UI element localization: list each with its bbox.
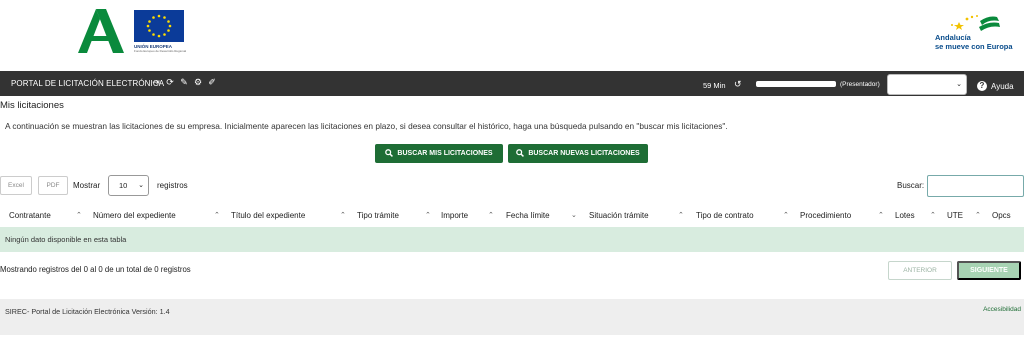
europa-text: Andalucía se mueve con Europa xyxy=(935,33,1013,51)
sort-icon[interactable]: ⌃ xyxy=(783,211,789,219)
page-footer: SIREC- Portal de Licitación Electrónica … xyxy=(0,299,1024,335)
session-timer: 59 Min xyxy=(703,81,726,90)
eu-flag-logo: UNIÓN EUROPEA Fondo Europeo de Desarroll… xyxy=(134,10,187,54)
th-titulo-expediente[interactable]: Título del expediente xyxy=(231,211,305,220)
top-navbar: PORTAL DE LICITACIÓN ELECTRÓNICA ⇥ ⟳ ✎ ⚙… xyxy=(0,71,1024,96)
th-procedimiento[interactable]: Procedimiento xyxy=(800,211,851,220)
th-opcs[interactable]: Opcs xyxy=(992,211,1011,220)
help-icon: ? xyxy=(977,81,987,91)
nav-icon-group: ⇥ ⟳ ✎ ⚙ ✐ xyxy=(151,77,217,88)
redacted-username xyxy=(756,81,836,87)
th-ute[interactable]: UTE xyxy=(947,211,963,220)
help-label: Ayuda xyxy=(991,81,1014,91)
sort-icon[interactable]: ⌃ xyxy=(488,211,494,219)
version-text: SIREC- Portal de Licitación Electrónica … xyxy=(5,307,170,316)
th-situacion-tramite[interactable]: Situación trámite xyxy=(589,211,649,220)
th-fecha-limite[interactable]: Fecha límite xyxy=(506,211,550,220)
th-contratante[interactable]: Contratante xyxy=(9,211,51,220)
logout-icon[interactable]: ⇥ xyxy=(151,77,161,88)
buscar-nuevas-label: BUSCAR NUEVAS LICITACIONES xyxy=(528,150,640,157)
chevron-down-icon: ⌄ xyxy=(956,81,962,88)
edit-icon[interactable]: ✎ xyxy=(179,77,189,88)
registros-label: registros xyxy=(157,181,188,190)
user-settings-icon[interactable]: ⚙ xyxy=(193,77,203,88)
table-info: Mostrando registros del 0 al 0 de un tot… xyxy=(0,265,191,274)
table-header: Contratante ⌃ Número del expediente ⌃ Tí… xyxy=(0,207,1024,227)
buscar-mis-licitaciones-button[interactable]: BUSCAR MIS LICITACIONES xyxy=(375,144,503,163)
europa-line2: se mueve con Europa xyxy=(935,42,1013,51)
accesibilidad-link[interactable]: Accesibilidad xyxy=(983,306,1021,313)
next-page-button[interactable]: SIGUIENTE xyxy=(957,261,1021,280)
portal-title[interactable]: PORTAL DE LICITACIÓN ELECTRÓNICA xyxy=(11,79,164,88)
page-length-value: 10 xyxy=(119,181,128,190)
refresh-icon[interactable]: ⟳ xyxy=(165,77,175,88)
table-search-input[interactable] xyxy=(927,175,1024,197)
chevron-down-icon: ⌄ xyxy=(138,182,144,189)
pdf-export-button[interactable]: PDF xyxy=(38,176,68,195)
sort-icon[interactable]: ⌃ xyxy=(878,211,884,219)
th-numero-expediente[interactable]: Número del expediente xyxy=(93,211,176,220)
page-title: Mis licitaciones xyxy=(0,100,64,111)
th-importe[interactable]: Importe xyxy=(441,211,468,220)
sort-icon[interactable]: ⌃ xyxy=(678,211,684,219)
excel-export-button[interactable]: Excel xyxy=(0,176,32,195)
history-icon[interactable]: ↺ xyxy=(734,79,742,90)
sort-icon[interactable]: ⌃ xyxy=(425,211,431,219)
europa-line1: Andalucía xyxy=(935,33,971,42)
page-length-select[interactable]: 10 ⌄ xyxy=(108,175,149,196)
page-header: UNIÓN EUROPEA Fondo Europeo de Desarroll… xyxy=(0,0,1024,70)
buscar-nuevas-licitaciones-button[interactable]: BUSCAR NUEVAS LICITACIONES xyxy=(508,144,648,163)
search-icon xyxy=(516,148,525,159)
search-icon xyxy=(385,148,394,159)
sort-icon[interactable]: ⌃ xyxy=(214,211,220,219)
user-role: (Presentador) xyxy=(840,81,880,88)
buscar-label: Buscar: xyxy=(897,181,925,190)
company-select[interactable]: ⌄ xyxy=(887,74,967,95)
table-empty-row: Ningún dato disponible en esta tabla xyxy=(0,227,1024,252)
th-tipo-tramite[interactable]: Tipo trámite xyxy=(357,211,399,220)
andalucia-europa-logo: Andalucía se mueve con Europa xyxy=(927,13,1013,53)
sort-icon[interactable]: ⌃ xyxy=(340,211,346,219)
junta-andalucia-logo xyxy=(78,9,124,53)
user-edit-icon[interactable]: ✐ xyxy=(207,77,217,88)
sort-icon[interactable]: ⌃ xyxy=(930,211,936,219)
sort-icon[interactable]: ⌃ xyxy=(76,211,82,219)
sort-icon[interactable]: ⌃ xyxy=(975,211,981,219)
th-tipo-contrato[interactable]: Tipo de contrato xyxy=(696,211,754,220)
eu-flag xyxy=(134,10,184,42)
eu-subcaption: Fondo Europeo de Desarrollo Regional xyxy=(134,49,187,53)
th-lotes[interactable]: Lotes xyxy=(895,211,915,220)
previous-page-button[interactable]: ANTERIOR xyxy=(888,261,952,280)
sort-icon[interactable]: ⌄ xyxy=(571,211,577,219)
buscar-mis-label: BUSCAR MIS LICITACIONES xyxy=(397,150,493,157)
intro-text: A continuación se muestran las licitacio… xyxy=(5,121,728,131)
help-link[interactable]: ? Ayuda xyxy=(977,81,1014,91)
mostrar-label: Mostrar xyxy=(73,181,101,190)
